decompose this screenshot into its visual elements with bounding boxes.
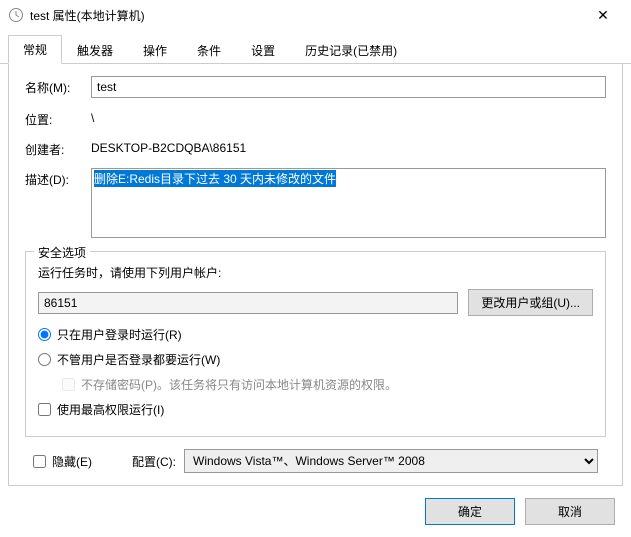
clock-icon [8,7,24,23]
location-value: \ [91,108,606,125]
creator-label: 创建者: [25,138,91,158]
security-options: 安全选项 运行任务时，请使用下列用户帐户: 更改用户或组(U)... 只在用户登… [25,251,606,437]
name-label: 名称(M): [25,76,91,96]
radio-logged-on-label[interactable]: 只在用户登录时运行(R) [57,326,182,343]
runas-user-input[interactable] [38,292,458,314]
security-legend: 安全选项 [34,244,90,261]
titlebar: test 属性(本地计算机) ✕ [0,0,631,30]
hidden-checkbox[interactable] [33,455,46,468]
location-label: 位置: [25,108,91,128]
description-label: 描述(D): [25,168,91,188]
tab-history[interactable]: 历史记录(已禁用) [290,36,412,64]
config-select[interactable]: Windows Vista™、Windows Server™ 2008 [184,449,598,473]
tabs: 常规 触发器 操作 条件 设置 历史记录(已禁用) [0,30,631,64]
radio-run-any[interactable] [38,353,51,366]
change-user-button[interactable]: 更改用户或组(U)... [468,289,593,316]
highest-privileges-label[interactable]: 使用最高权限运行(I) [57,401,164,418]
config-label: 配置(C): [132,453,176,470]
hidden-label[interactable]: 隐藏(E) [52,453,92,470]
creator-value: DESKTOP-B2CDQBA\86151 [91,138,606,155]
no-store-password-label: 不存储密码(P)。该任务将只有访问本地计算机资源的权限。 [81,376,397,393]
cancel-button[interactable]: 取消 [525,498,615,525]
close-button[interactable]: ✕ [583,7,623,24]
radio-logged-on[interactable] [38,328,51,341]
window-title: test 属性(本地计算机) [30,7,583,24]
tab-conditions[interactable]: 条件 [182,36,236,64]
tab-triggers[interactable]: 触发器 [62,36,128,64]
description-input[interactable] [91,168,606,238]
tab-general[interactable]: 常规 [8,35,62,64]
name-input[interactable] [91,76,606,98]
highest-privileges-checkbox[interactable] [38,403,51,416]
tab-content-general: 名称(M): 位置: \ 创建者: DESKTOP-B2CDQBA\86151 … [8,64,623,486]
tab-settings[interactable]: 设置 [236,36,290,64]
radio-run-any-label[interactable]: 不管用户是否登录都要运行(W) [57,351,220,368]
ok-button[interactable]: 确定 [425,498,515,525]
no-store-password-checkbox [62,378,75,391]
dialog-footer: 确定 取消 [0,486,631,537]
tab-actions[interactable]: 操作 [128,36,182,64]
runas-label: 运行任务时，请使用下列用户帐户: [38,264,593,281]
